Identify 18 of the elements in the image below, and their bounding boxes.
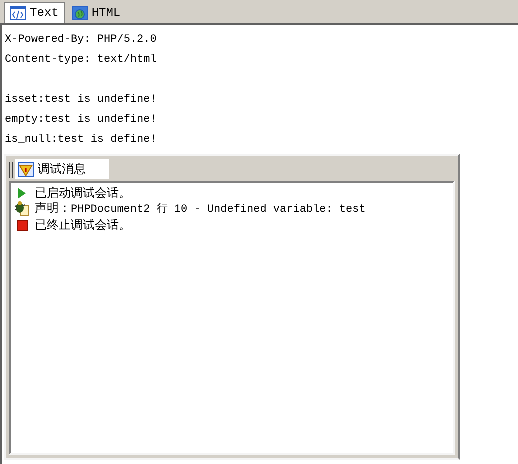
output-line: is_null:test is define! (5, 133, 158, 148)
bug-note-icon (14, 201, 30, 217)
view-tab[interactable]: Text (4, 2, 65, 23)
stop-icon (16, 220, 28, 230)
code-icon (10, 6, 26, 20)
warning-icon (18, 162, 34, 176)
play-icon (17, 188, 27, 198)
globe-icon (72, 6, 88, 20)
output-line: isset:test is undefine! (5, 93, 158, 108)
minimize-button[interactable]: _ (444, 164, 451, 176)
output-line: X-Powered-By: PHP/5.2.0 (5, 33, 158, 48)
grip-handle[interactable] (9, 162, 13, 178)
output-line: Content-type: text/html (5, 53, 158, 68)
message-text: 已终止调试会话。 (35, 217, 131, 234)
message-text: 声明：PHPDocument2 行 10 - Undefined variable: test (35, 200, 366, 218)
message-text: 已启动调试会话。 (35, 185, 131, 202)
panel-tab[interactable]: 调试消息 (15, 159, 109, 179)
output-line: empty:test is undefine! (5, 113, 158, 128)
